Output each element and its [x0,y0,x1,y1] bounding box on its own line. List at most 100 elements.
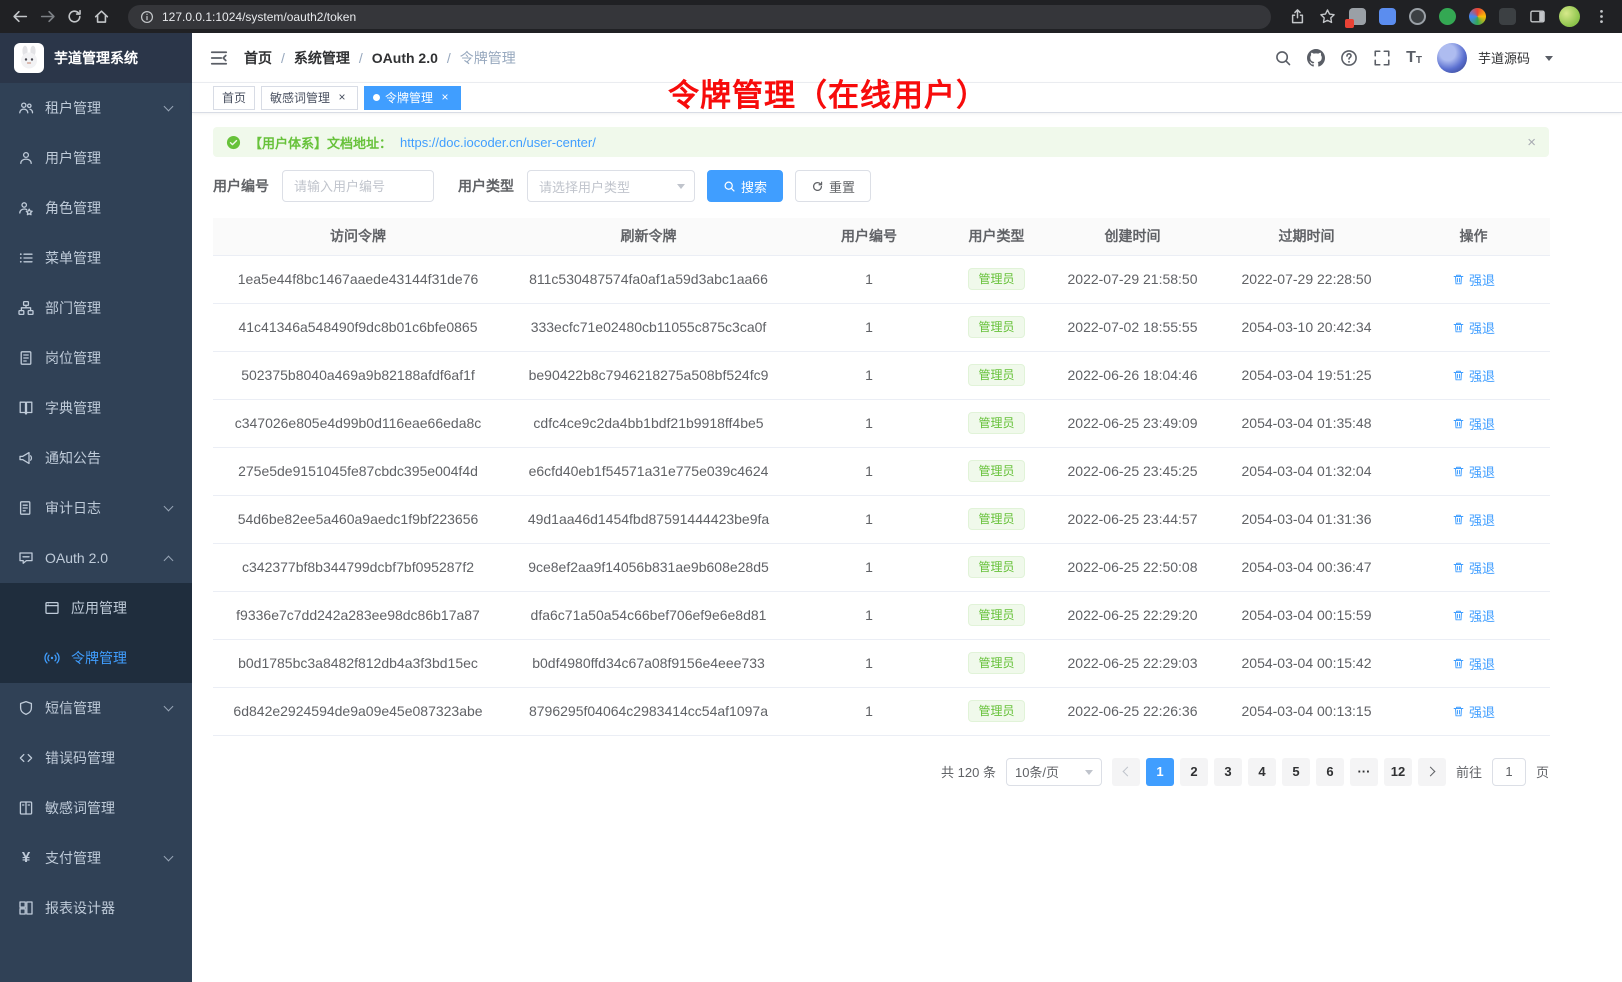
github-icon[interactable] [1307,49,1325,67]
force-logout-button[interactable]: 强退 [1452,558,1495,577]
sidebar-item-oauth-app[interactable]: 应用管理 [0,583,192,633]
page-button-1[interactable]: 1 [1146,758,1174,786]
page-button-12[interactable]: 12 [1384,758,1412,786]
forward-icon[interactable] [39,8,56,25]
extension-icon-3[interactable] [1409,8,1426,25]
page-size-select[interactable]: 10条/页 [1006,758,1102,786]
goto-page-input[interactable] [1492,758,1526,786]
help-icon[interactable] [1340,49,1358,67]
user-type-badge: 管理员 [968,556,1024,578]
force-logout-button[interactable]: 强退 [1452,462,1495,481]
font-size-icon[interactable] [1406,50,1422,66]
sidebar-item-audit-log[interactable]: 审计日志 [0,483,192,533]
force-logout-button[interactable]: 强退 [1452,414,1495,433]
page-more-button[interactable]: ··· [1350,758,1378,786]
force-logout-button[interactable]: 强退 [1452,270,1495,289]
breadcrumb-item-home[interactable]: 首页 [244,48,272,68]
cell-user-id: 1 [794,543,944,591]
sidebar-item-tenant[interactable]: 租户管理 [0,83,192,133]
breadcrumb-item-system[interactable]: 系统管理 [272,48,350,68]
app-logo[interactable]: 芋道管理系统 [0,33,192,83]
app-window-icon [44,600,60,616]
cell-user-id: 1 [794,255,944,303]
close-icon[interactable] [335,91,349,105]
force-logout-button[interactable]: 强退 [1452,510,1495,529]
page-button-3[interactable]: 3 [1214,758,1242,786]
doc-link[interactable]: https://doc.iocoder.cn/user-center/ [400,135,596,150]
breadcrumb-item-oauth[interactable]: OAuth 2.0 [350,50,438,66]
sidebar-item-notice[interactable]: 通知公告 [0,433,192,483]
search-icon [723,180,736,193]
extension-icon-5[interactable] [1469,8,1486,25]
prev-page-button[interactable] [1112,758,1140,786]
user-id-input[interactable] [282,170,434,202]
sidebar-item-menu[interactable]: 菜单管理 [0,233,192,283]
search-icon[interactable] [1274,49,1292,67]
user-type-badge: 管理员 [968,364,1024,386]
sidebar-collapse-icon[interactable] [209,48,229,68]
search-button[interactable]: 搜索 [707,170,783,202]
share-icon[interactable] [1289,8,1306,25]
page-button-5[interactable]: 5 [1282,758,1310,786]
user-type-select[interactable]: 请选择用户类型 [527,170,695,202]
cell-action: 强退 [1397,639,1550,687]
reset-button[interactable]: 重置 [795,170,871,202]
sidebar-item-dict[interactable]: 字典管理 [0,383,192,433]
extension-icon-6[interactable] [1499,8,1516,25]
sidebar-item-report-designer[interactable]: 报表设计器 [0,883,192,933]
cell-access-token: b0d1785bc3a8482f812db4a3f3bd15ec [213,639,503,687]
next-page-button[interactable] [1418,758,1446,786]
chevron-down-icon[interactable] [1545,56,1553,65]
sidebar-item-role[interactable]: 角色管理 [0,183,192,233]
close-icon[interactable] [438,91,452,105]
page-unit-label: 页 [1536,762,1549,781]
cell-create-time: 2022-07-02 18:55:55 [1049,303,1216,351]
shield-icon [18,700,34,716]
force-logout-button[interactable]: 强退 [1452,654,1495,673]
bookmark-star-icon[interactable] [1319,8,1336,25]
sidebar-item-sms[interactable]: 短信管理 [0,683,192,733]
page-button-6[interactable]: 6 [1316,758,1344,786]
sidebar-item-pay[interactable]: 支付管理 [0,833,192,883]
reload-icon[interactable] [66,8,83,25]
back-icon[interactable] [12,8,29,25]
table-row: b0d1785bc3a8482f812db4a3f3bd15ec b0df498… [213,639,1550,687]
force-logout-button[interactable]: 强退 [1452,318,1495,337]
notebook-icon [18,800,34,816]
cell-user-id: 1 [794,399,944,447]
home-icon[interactable] [93,8,110,25]
site-info-icon[interactable] [140,10,154,24]
user-avatar[interactable] [1437,43,1467,73]
force-logout-button[interactable]: 强退 [1452,606,1495,625]
sidebar-item-oauth[interactable]: OAuth 2.0 [0,533,192,583]
fullscreen-icon[interactable] [1373,49,1391,67]
sidebar-item-dept[interactable]: 部门管理 [0,283,192,333]
sidebar-item-oauth-token[interactable]: 令牌管理 [0,633,192,683]
sidebar-item-error-code[interactable]: 错误码管理 [0,733,192,783]
cell-user-type: 管理员 [944,255,1049,303]
page-button-2[interactable]: 2 [1180,758,1208,786]
force-logout-button[interactable]: 强退 [1452,702,1495,721]
browser-menu-icon[interactable] [1593,8,1610,25]
force-logout-button[interactable]: 强退 [1452,366,1495,385]
browser-profile-avatar[interactable] [1559,6,1580,27]
browser-toolbar: 127.0.0.1:1024/system/oauth2/token [0,0,1622,33]
cell-refresh-token: e6cfd40eb1f54571a31e775e039c4624 [503,447,794,495]
cell-user-type: 管理员 [944,543,1049,591]
side-panel-icon[interactable] [1529,8,1546,25]
tab-token[interactable]: 令牌管理 [364,86,461,110]
page-button-4[interactable]: 4 [1248,758,1276,786]
extension-icon-1[interactable] [1349,8,1366,25]
sidebar-item-sensitive-word[interactable]: 敏感词管理 [0,783,192,833]
close-icon[interactable] [1527,134,1536,151]
extension-icon-4[interactable] [1439,8,1456,25]
cell-user-type: 管理员 [944,687,1049,735]
sidebar-item-post[interactable]: 岗位管理 [0,333,192,383]
sidebar-item-user[interactable]: 用户管理 [0,133,192,183]
address-bar[interactable]: 127.0.0.1:1024/system/oauth2/token [128,5,1271,29]
tab-home[interactable]: 首页 [213,86,255,110]
extension-badge [1345,19,1354,28]
cell-user-type: 管理员 [944,591,1049,639]
extension-icon-2[interactable] [1379,8,1396,25]
tab-sensitive-word[interactable]: 敏感词管理 [261,86,358,110]
